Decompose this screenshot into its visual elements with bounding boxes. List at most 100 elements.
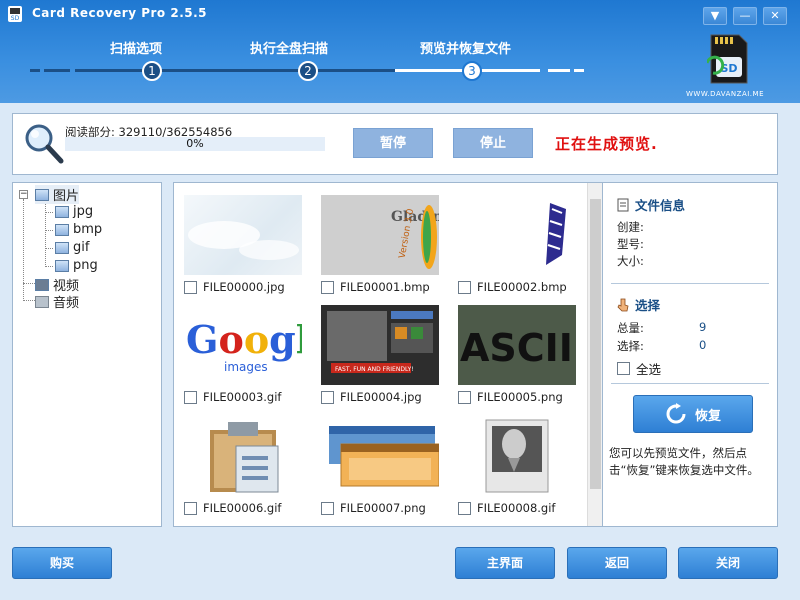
- magnifier-icon: [25, 124, 64, 164]
- refresh-icon: [666, 403, 686, 424]
- tree-line: [45, 248, 53, 249]
- file-info-title: 文件信息: [617, 195, 685, 214]
- progress-track-done: [75, 69, 395, 72]
- close-window-button[interactable]: ✕: [763, 7, 787, 25]
- thumbnail-file00001[interactable]: Gladinet Version 3.0: [321, 195, 439, 275]
- step-3-circle: 3: [462, 61, 482, 81]
- file-item-file00004[interactable]: FILE00004.jpg: [321, 390, 422, 404]
- track-dash: [44, 69, 70, 72]
- status-text: 正在生成预览.: [555, 135, 658, 153]
- logo-caption: WWW.DAVANZAI.ME: [686, 90, 764, 98]
- file-checkbox[interactable]: [458, 390, 471, 404]
- file-name: FILE00004.jpg: [340, 390, 422, 404]
- flag-icon-image: [546, 203, 566, 265]
- file-item-file00007[interactable]: FILE00007.png: [321, 501, 426, 515]
- file-item-file00003[interactable]: FILE00003.gif: [184, 390, 281, 404]
- tree-item-label: png: [73, 258, 98, 273]
- menu-button[interactable]: ▼: [703, 7, 727, 25]
- thumbnail-file00000[interactable]: [184, 195, 302, 275]
- tree-item-label: 音频: [53, 296, 80, 311]
- svg-text:SD: SD: [11, 15, 20, 22]
- pause-button[interactable]: 暂停: [353, 128, 433, 158]
- file-checkbox[interactable]: [321, 501, 334, 515]
- file-item-file00005[interactable]: FILE00005.png: [458, 390, 563, 404]
- selected-label: 选择:: [617, 339, 644, 353]
- thumbnail-file00002[interactable]: [458, 195, 576, 275]
- tree-item-pictures[interactable]: 图片: [35, 185, 80, 204]
- file-name: FILE00000.jpg: [203, 280, 285, 294]
- close-button[interactable]: 关闭: [678, 547, 778, 579]
- image-file-icon: [55, 205, 69, 218]
- file-name: FILE00001.bmp: [340, 280, 430, 294]
- file-checkbox[interactable]: [184, 501, 197, 515]
- tree-item-audio[interactable]: 音频: [35, 292, 79, 311]
- recover-button[interactable]: 恢复: [633, 395, 753, 433]
- file-item-file00006[interactable]: FILE00006.gif: [184, 501, 281, 515]
- file-item-file00008[interactable]: FILE00008.gif: [458, 501, 555, 515]
- gladinet-logo-image: Gladinet Version 3.0: [391, 205, 439, 269]
- back-button[interactable]: 返回: [567, 547, 667, 579]
- clipboard-icon-image: [210, 422, 279, 493]
- minimize-button[interactable]: —: [733, 7, 757, 25]
- thumb-ascii-text: ASCII: [460, 326, 573, 370]
- tree-item-bmp[interactable]: bmp: [55, 222, 102, 237]
- header-banner: SD Card Recovery Pro 2.5.5 ▼ — ✕ 扫描选项 执行…: [0, 0, 800, 103]
- file-item-file00002[interactable]: FILE00002.bmp: [458, 280, 567, 294]
- progress-percent: 0%: [186, 137, 204, 150]
- checkbox-box[interactable]: [617, 362, 630, 375]
- tree-item-jpg[interactable]: jpg: [55, 204, 93, 219]
- file-checkbox[interactable]: [184, 390, 197, 404]
- thumbnail-file00007[interactable]: [321, 416, 439, 496]
- video-icon: [35, 278, 49, 291]
- thumbnail-file00008[interactable]: [458, 416, 576, 496]
- buy-button[interactable]: 购买: [12, 547, 112, 579]
- thumbnail-file00004[interactable]: FAST, FUN AND FRIENDLY!: [321, 305, 439, 385]
- document-icon: [617, 198, 629, 211]
- step-3-label: 预览并恢复文件: [420, 42, 512, 57]
- stop-button[interactable]: 停止: [453, 128, 533, 158]
- file-item-file00001[interactable]: FILE00001.bmp: [321, 280, 430, 294]
- select-all-checkbox[interactable]: 全选: [617, 359, 661, 378]
- file-info-title-text: 文件信息: [635, 198, 686, 213]
- progress-bar: 0%: [65, 137, 325, 151]
- image-file-icon: [55, 259, 69, 272]
- file-name: FILE00005.png: [477, 390, 563, 404]
- windows-icon-image: [329, 426, 439, 487]
- file-checkbox[interactable]: [458, 280, 471, 294]
- tree-item-label: jpg: [73, 204, 94, 219]
- tree-item-label: gif: [73, 240, 90, 255]
- thumbnail-file00005[interactable]: ASCII: [458, 305, 576, 385]
- type-label: 型号:: [617, 237, 644, 251]
- file-checkbox[interactable]: [321, 280, 334, 294]
- thumbnail-file00006[interactable]: [184, 416, 302, 496]
- ascii-art-image: ASCII: [458, 305, 576, 385]
- tree-expander[interactable]: −: [19, 190, 28, 199]
- file-checkbox[interactable]: [184, 280, 197, 294]
- step-2-circle: 2: [298, 61, 318, 81]
- selected-value: 0: [699, 338, 707, 352]
- created-label: 创建:: [617, 220, 644, 234]
- scrollbar-thumb[interactable]: [590, 199, 601, 489]
- tree-line: [23, 300, 35, 301]
- file-item-file00000[interactable]: FILE00000.jpg: [184, 280, 285, 294]
- track-dash: [574, 69, 584, 72]
- main-menu-button[interactable]: 主界面: [455, 547, 555, 579]
- tree-line: [23, 199, 24, 299]
- tree-item-png[interactable]: png: [55, 258, 98, 273]
- track-dash: [548, 69, 570, 72]
- speaker-icon: [35, 295, 49, 308]
- vertical-scrollbar[interactable]: [587, 183, 602, 526]
- file-checkbox[interactable]: [321, 390, 334, 404]
- select-title: 选择: [617, 295, 660, 314]
- tree-line: [45, 230, 53, 231]
- thumb-fast-text: FAST, FUN AND FRIENDLY!: [335, 366, 414, 373]
- tree-line: [45, 201, 46, 265]
- thumbnail-file00003[interactable]: Google images: [184, 305, 302, 385]
- file-checkbox[interactable]: [458, 501, 471, 515]
- file-name: FILE00003.gif: [203, 390, 282, 404]
- tree-item-gif[interactable]: gif: [55, 240, 89, 255]
- app-window: SD Card Recovery Pro 2.5.5 ▼ — ✕ 扫描选项 执行…: [0, 0, 800, 600]
- step-1-label: 扫描选项: [110, 42, 163, 57]
- recover-hint: 您可以先预览文件，然后点击“恢复”键来恢复选中文件。: [609, 446, 759, 477]
- app-icon: SD: [8, 6, 22, 22]
